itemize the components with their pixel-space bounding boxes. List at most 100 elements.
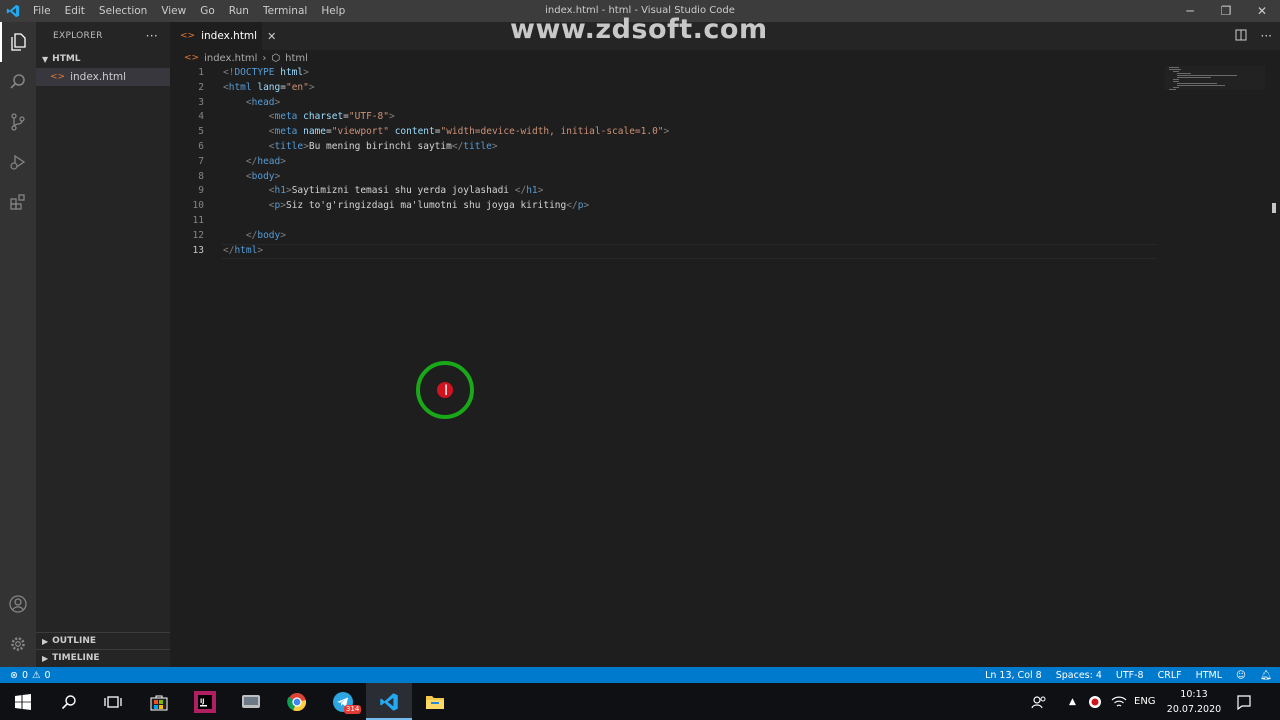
code-line[interactable]: 1 <!DOCTYPE html> (170, 66, 1170, 81)
problems-indicator[interactable]: ⊗ 0 ⚠ 0 (0, 670, 51, 681)
code-line[interactable]: 10 <p>Siz to'g'ringizdagi ma'lumotni shu… (170, 199, 1170, 214)
code-line[interactable]: 6 <title>Bu mening birinchi saytim</titl… (170, 140, 1170, 155)
line-text: </html> (223, 244, 263, 259)
windows-start-icon[interactable] (0, 683, 46, 720)
code-line[interactable]: 12 </body> (170, 229, 1170, 244)
file-label: index.html (70, 71, 127, 83)
chrome-icon[interactable] (274, 683, 320, 720)
jetbrains-icon[interactable]: IJ (182, 683, 228, 720)
search-icon[interactable] (0, 62, 36, 102)
windows-taskbar: IJ 314 ▲ ENG 10:13 20.07.2020 (0, 683, 1280, 720)
code-token: </ (245, 155, 258, 167)
notifications-bell-icon[interactable]: 🔔︎ (1260, 670, 1272, 681)
action-center-icon[interactable] (1236, 683, 1252, 720)
tab-index-html[interactable]: <> index.html ✕ (170, 22, 276, 50)
store-icon[interactable] (136, 683, 182, 720)
telegram-icon[interactable]: 314 (320, 683, 366, 720)
code-line[interactable]: 2 <html lang="en"> (170, 81, 1170, 96)
line-text: <title>Bu mening birinchi saytim</title> (223, 140, 498, 155)
code-line[interactable]: 13 </html> (170, 244, 1170, 259)
menu-view[interactable]: View (154, 0, 193, 22)
breadcrumb: <> index.html › ⬡ html (170, 50, 308, 66)
menu-terminal[interactable]: Terminal (256, 0, 314, 22)
code-token: > (274, 96, 281, 108)
tab-close-button[interactable]: ✕ (267, 30, 276, 43)
vscode-logo-icon (0, 4, 26, 18)
recording-icon[interactable] (1088, 683, 1102, 720)
html-file-icon: <> (180, 31, 196, 41)
menu-go[interactable]: Go (193, 0, 222, 22)
menu-edit[interactable]: Edit (58, 0, 92, 22)
file-explorer-icon[interactable] (412, 683, 458, 720)
code-token: meta (274, 111, 298, 123)
code-editor[interactable]: 1 <!DOCTYPE html> 2 <html lang="en"> 3 <head… (170, 66, 1170, 258)
account-icon[interactable] (0, 584, 36, 624)
encoding[interactable]: UTF-8 (1116, 670, 1144, 681)
line-number: 4 (198, 111, 204, 123)
code-token: html (280, 67, 304, 78)
wifi-icon[interactable] (1111, 683, 1127, 720)
code-line[interactable]: 5 <meta name="viewport" content="width=d… (170, 125, 1170, 140)
code-line[interactable]: 4 <meta charset="UTF-8"> (170, 110, 1170, 125)
code-line[interactable]: 8 <body> (170, 170, 1170, 185)
timeline-section[interactable]: ▶ TIMELINE (36, 649, 170, 666)
folder-html[interactable]: ▼ HTML (36, 50, 170, 68)
vscode-taskbar-icon[interactable] (366, 683, 412, 720)
language-indicator[interactable]: ENG (1134, 683, 1156, 720)
explorer-more-button[interactable]: ··· (146, 29, 158, 43)
code-token: "UTF-8" (348, 111, 389, 123)
chevron-up-icon[interactable]: ▲ (1069, 683, 1076, 720)
code-token: > (388, 111, 395, 123)
menu-help[interactable]: Help (314, 0, 352, 22)
breadcrumb-file[interactable]: index.html (204, 53, 257, 64)
feedback-icon[interactable]: ☺ (1236, 670, 1246, 681)
code-token: DOCTYPE (234, 67, 275, 78)
chevron-right-icon: ▶ (42, 636, 49, 646)
html-file-icon: <> (184, 53, 200, 63)
error-count: 0 (21, 669, 29, 681)
cursor-position[interactable]: Ln 13, Col 8 (985, 670, 1042, 681)
code-line[interactable]: 9 <h1>Saytimizni temasi shu yerda joylas… (170, 184, 1170, 199)
code-token: html (234, 244, 258, 256)
scrollbar-marker[interactable] (1272, 203, 1276, 213)
close-window-button[interactable]: ✕ (1244, 0, 1280, 22)
symbol-icon: ⬡ (271, 52, 281, 64)
menu-selection[interactable]: Selection (92, 0, 154, 22)
activity-bar (0, 22, 36, 667)
more-actions-icon[interactable]: ··· (1261, 29, 1272, 43)
search-icon[interactable] (46, 683, 92, 720)
vmware-icon[interactable] (228, 683, 274, 720)
line-ending[interactable]: CRLF (1158, 670, 1182, 681)
explorer-icon[interactable] (0, 22, 36, 62)
code-token: > (274, 170, 281, 182)
extensions-icon[interactable] (0, 182, 36, 222)
code-token: lang (257, 81, 281, 93)
outline-section[interactable]: ▶ OUTLINE (36, 632, 170, 649)
source-control-icon[interactable] (0, 102, 36, 142)
settings-gear-icon[interactable] (0, 624, 36, 664)
menu-file[interactable]: File (26, 0, 58, 22)
file-index-html[interactable]: <> index.html (36, 68, 170, 86)
split-editor-icon[interactable] (1235, 29, 1247, 44)
minimap[interactable] (1165, 66, 1265, 90)
menu-run[interactable]: Run (222, 0, 256, 22)
code-token: Saytimizni temasi shu yerda joylashadi (291, 185, 515, 197)
indentation[interactable]: Spaces: 4 (1056, 670, 1102, 681)
code-line[interactable]: 7 </head> (170, 155, 1170, 170)
language-mode[interactable]: HTML (1196, 670, 1222, 681)
code-line[interactable]: 11 (170, 214, 1170, 229)
run-debug-icon[interactable] (0, 142, 36, 182)
code-token: > (583, 200, 590, 212)
task-view-icon[interactable] (90, 683, 136, 720)
maximize-button[interactable]: ❐ (1208, 0, 1244, 22)
html-file-icon: <> (50, 72, 66, 82)
clock[interactable]: 10:13 20.07.2020 (1163, 687, 1225, 717)
line-number: 3 (198, 96, 204, 108)
code-line[interactable]: 3 <head> (170, 96, 1170, 111)
breadcrumb-symbol[interactable]: html (285, 53, 308, 64)
minimize-button[interactable]: ─ (1172, 0, 1208, 22)
people-icon[interactable] (1031, 683, 1047, 720)
